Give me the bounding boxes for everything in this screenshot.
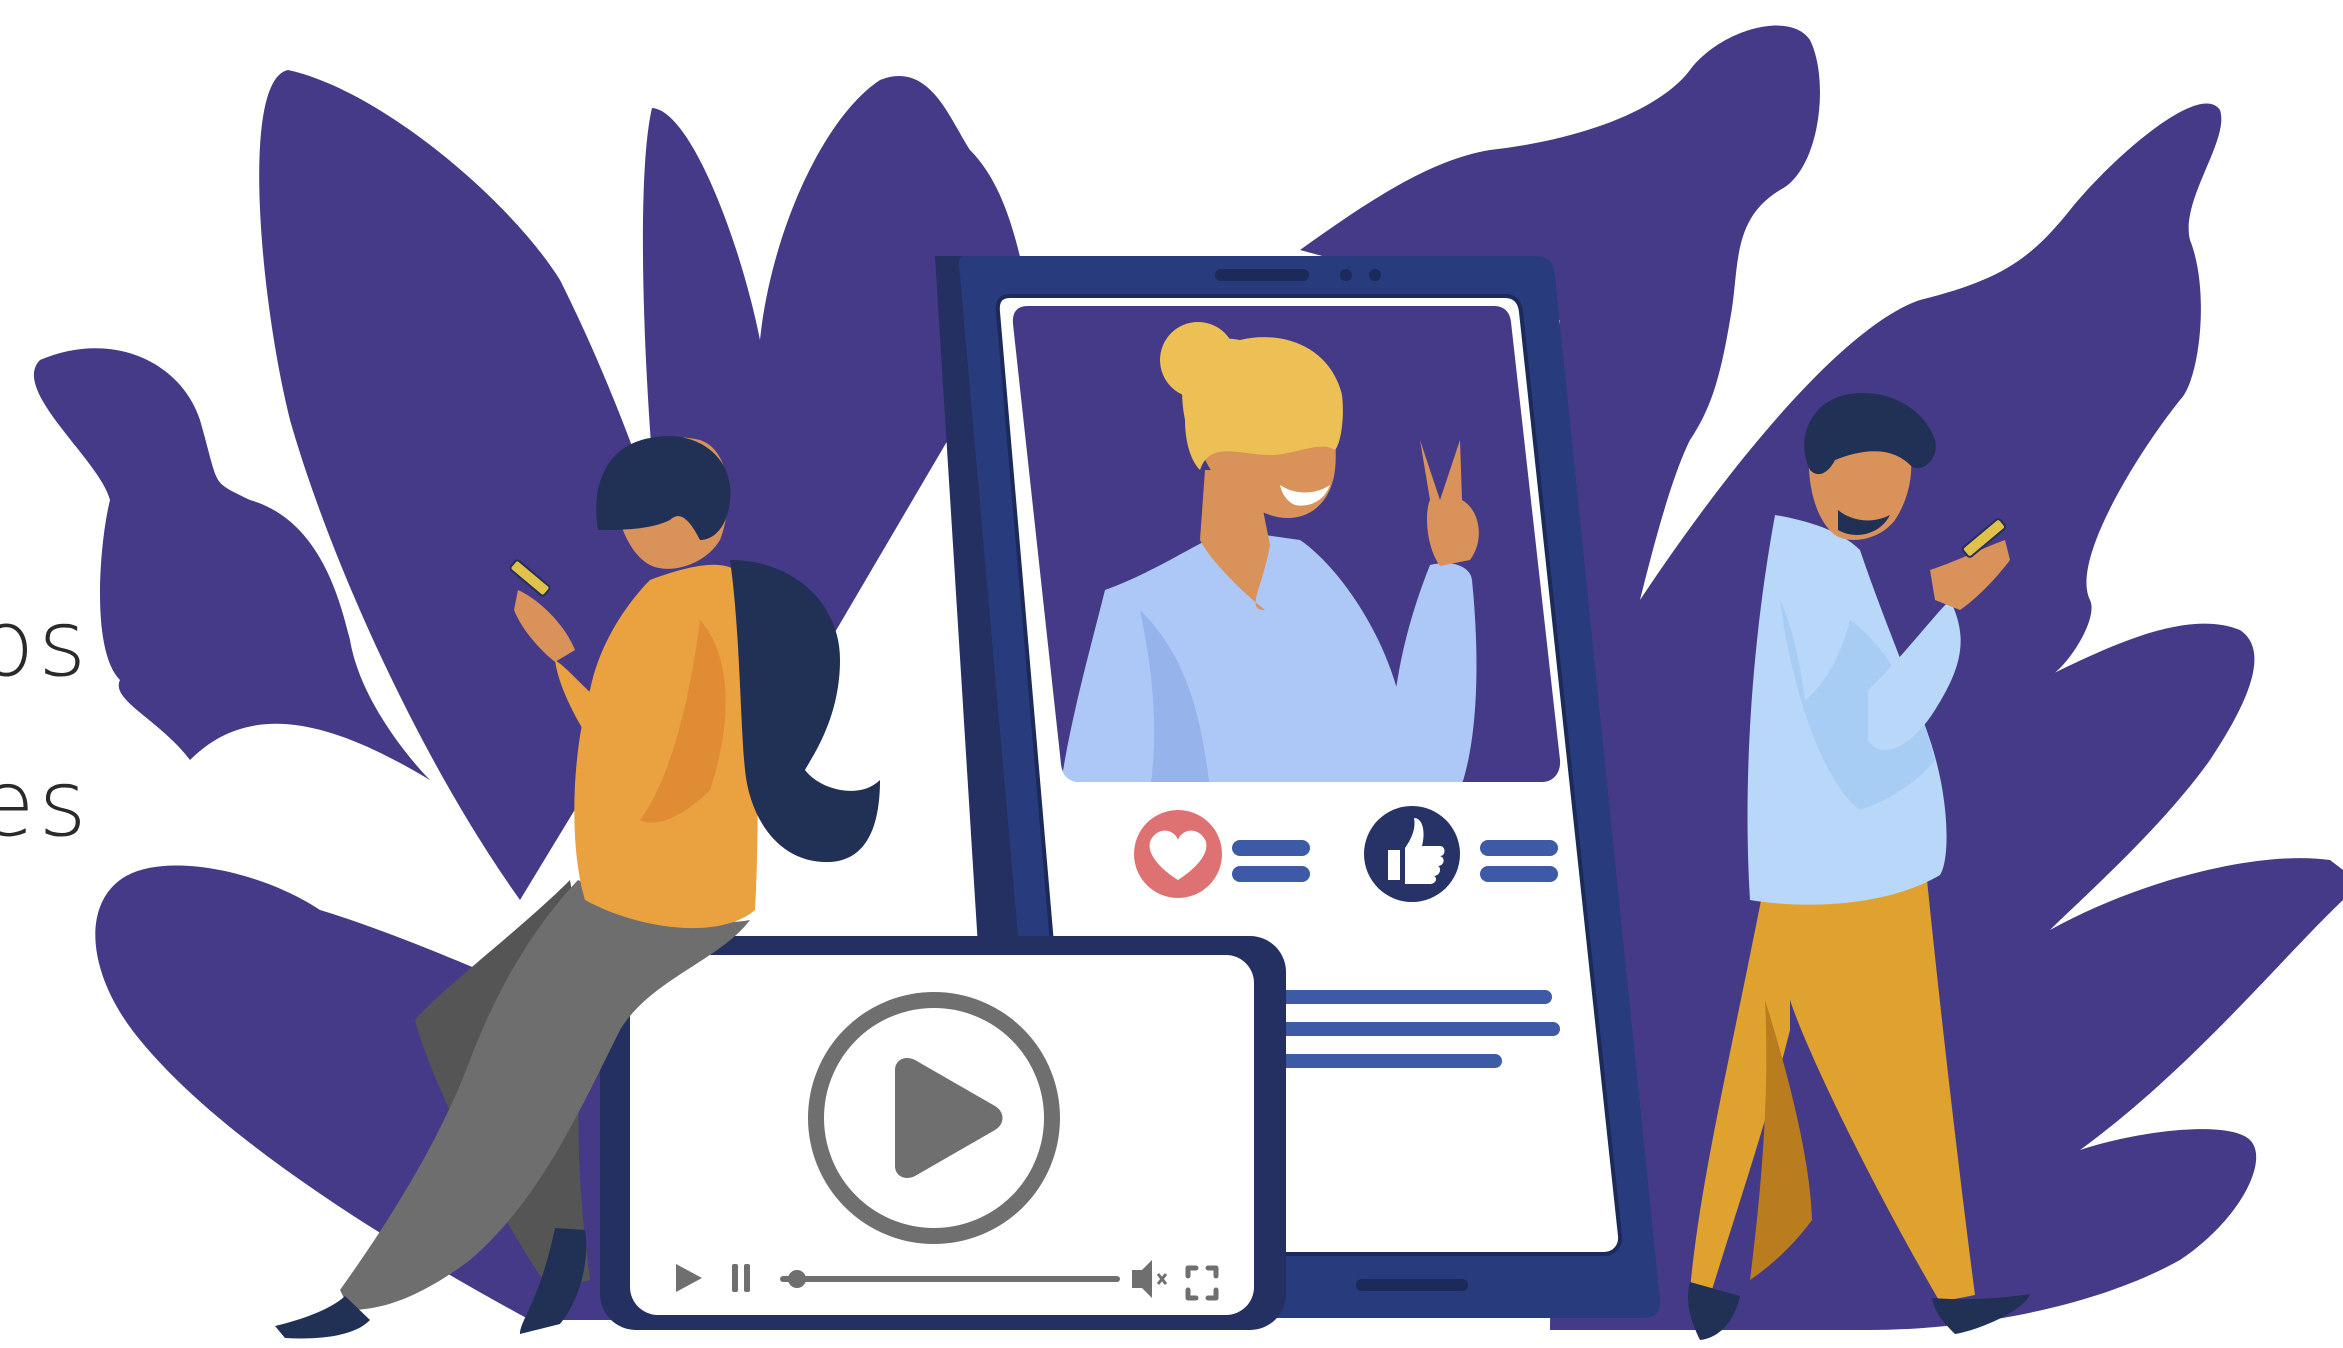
heart-text-line-1 [1232, 840, 1310, 856]
phone-home-bar [1356, 1279, 1468, 1291]
pause-bar-left [732, 1264, 738, 1292]
big-play-button[interactable] [808, 992, 1060, 1244]
progress-handle[interactable] [788, 1270, 806, 1288]
heart-text-line-2 [1232, 866, 1310, 882]
illustration [33, 25, 2343, 1340]
video-player [600, 936, 1286, 1330]
phone-camera-1 [1340, 269, 1352, 281]
portrait-hair-bun [1160, 322, 1236, 398]
progress-track[interactable] [780, 1276, 1120, 1282]
like-reaction[interactable] [1364, 806, 1460, 902]
like-text-line-2 [1480, 866, 1558, 882]
like-text-line-1 [1480, 840, 1558, 856]
heart-reaction[interactable] [1134, 810, 1222, 898]
phone-speaker [1215, 269, 1309, 281]
pause-bar-right [744, 1264, 750, 1292]
phone-camera-2 [1369, 269, 1381, 281]
